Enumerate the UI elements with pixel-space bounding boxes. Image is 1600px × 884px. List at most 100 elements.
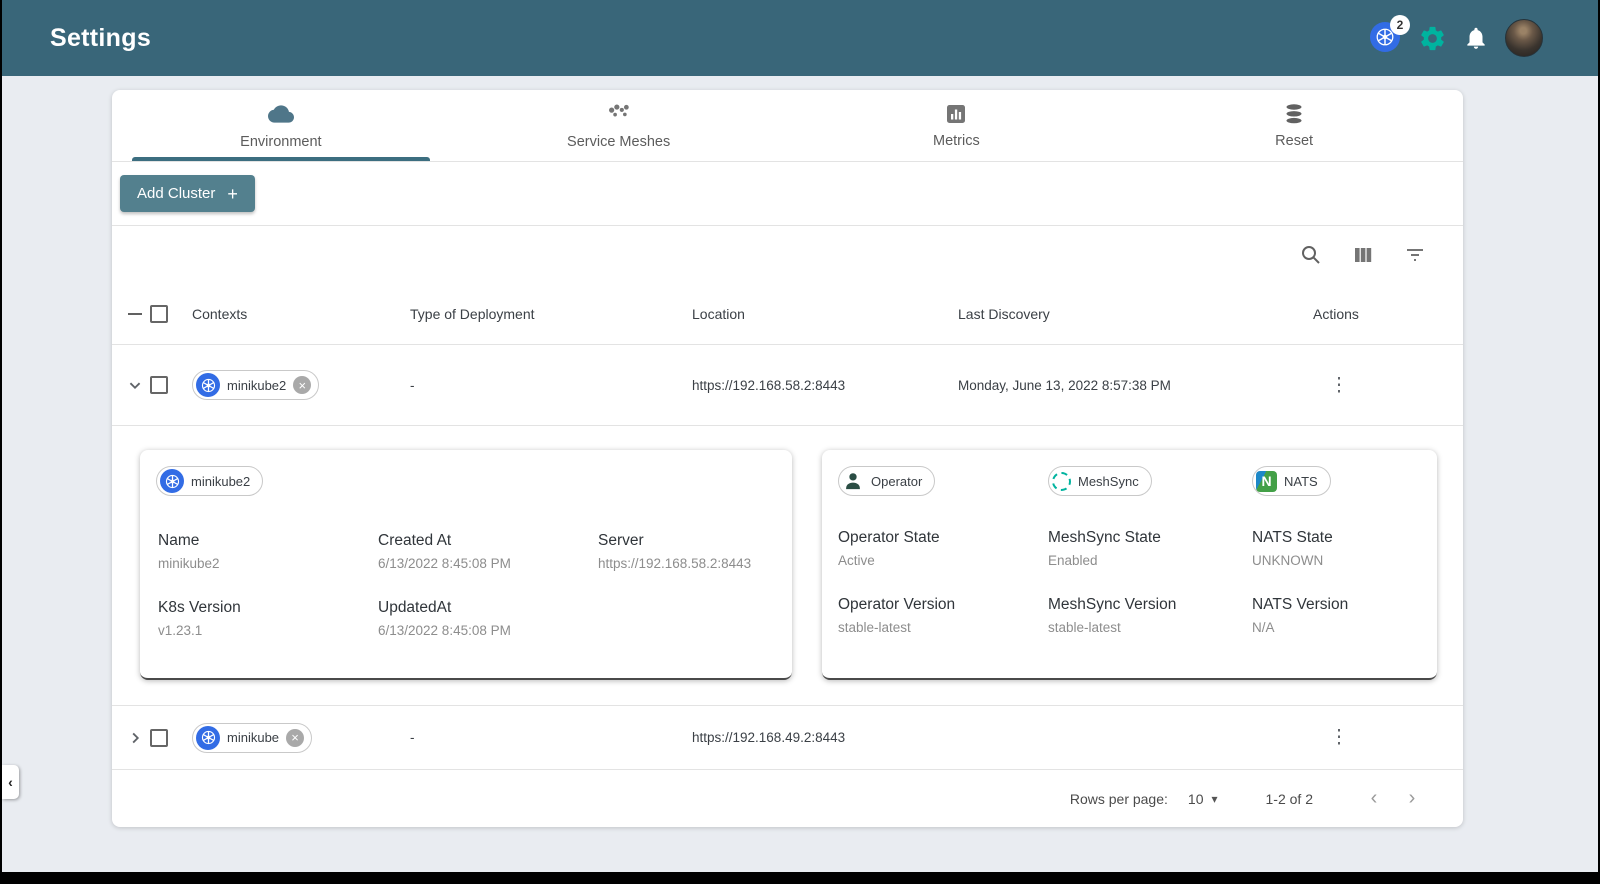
field-nats-version: NATS Version N/A (1252, 596, 1349, 635)
operator-chip-label: Operator (871, 473, 923, 489)
settings-panel: Environment Service Meshes Metrics Reset… (112, 90, 1463, 827)
header-location: Location (692, 306, 745, 322)
nats-chip[interactable]: N NATS (1252, 466, 1331, 496)
header-actions: Actions (1313, 306, 1359, 322)
meshsync-chip[interactable]: MeshSync (1048, 466, 1152, 496)
kubernetes-icon (196, 373, 220, 397)
gear-icon (1421, 26, 1444, 50)
kubernetes-icon (196, 725, 220, 750)
location-value: https://192.168.49.2:8443 (692, 730, 846, 745)
view-columns-button[interactable] (1351, 243, 1375, 267)
filter-button[interactable] (1403, 243, 1427, 267)
type-of-deployment-value: - (410, 377, 415, 393)
row-menu-button[interactable]: ⋮ (1329, 726, 1349, 749)
context-chip-minikube2[interactable]: minikube2 × (192, 370, 320, 400)
field-updated-at: UpdatedAt 6/13/2022 8:45:08 PM (378, 599, 511, 638)
cluster-detail-panel: minikube2 Name minikube2 Created At 6/13… (112, 426, 1463, 706)
app-window: Settings 2 Environment Service Meshes Me… (2, 0, 1598, 872)
pagination-range: 1-2 of 2 (1265, 790, 1313, 807)
cluster-info-card: minikube2 Name minikube2 Created At 6/13… (140, 450, 792, 680)
app-bar: Settings 2 (2, 0, 1598, 76)
settings-gear-button[interactable] (1418, 24, 1447, 53)
columns-icon (1355, 248, 1372, 262)
tab-environment[interactable]: Environment (112, 90, 450, 161)
tab-environment-label: Environment (240, 134, 322, 150)
deselect-all-icon[interactable] (120, 313, 150, 315)
status-chips-row: Operator MeshSync N NATS (838, 466, 1421, 497)
table-pagination: Rows per page: 10 ▾ 1-2 of 2 ‹ › (112, 770, 1463, 827)
last-discovery-value: Monday, June 13, 2022 8:57:38 PM (958, 377, 1171, 393)
meshsync-chip-label: MeshSync (1078, 473, 1139, 489)
select-all-checkbox[interactable] (150, 305, 168, 323)
cluster-fields-grid: Name minikube2 Created At 6/13/2022 8:45… (156, 532, 776, 638)
search-button[interactable] (1299, 243, 1323, 267)
add-cluster-label: Add Cluster (137, 185, 216, 202)
nats-chip-label: NATS (1284, 473, 1318, 489)
active-tab-indicator (132, 157, 430, 161)
header-last-discovery: Last Discovery (958, 306, 1050, 322)
operator-chip[interactable]: Operator (838, 466, 936, 496)
previous-page-button[interactable]: ‹ (1355, 787, 1393, 810)
service-mesh-icon (608, 104, 629, 117)
tab-service-meshes[interactable]: Service Meshes (450, 90, 788, 161)
context-chip-label: minikube2 (227, 377, 287, 393)
context-chip-label: minikube (227, 730, 280, 745)
location-value: https://192.168.58.2:8443 (692, 377, 846, 393)
header-type-of-deployment: Type of Deployment (410, 306, 535, 322)
tab-service-meshes-label: Service Meshes (567, 134, 671, 150)
kubernetes-contexts-button[interactable]: 2 (1370, 15, 1410, 54)
rows-per-page-select[interactable]: 10 ▾ (1188, 791, 1218, 807)
cloud-icon (267, 105, 294, 123)
tab-metrics[interactable]: Metrics (788, 90, 1126, 161)
field-k8s-version: K8s Version v1.23.1 (158, 599, 241, 638)
notifications-button[interactable] (1463, 25, 1489, 51)
add-cluster-button[interactable]: Add Cluster + (120, 175, 255, 212)
kubernetes-icon (160, 469, 184, 493)
rows-per-page-label: Rows per page: (1069, 790, 1168, 807)
appbar-actions: 2 (1370, 15, 1543, 57)
table-row: minikube × - https://192.168.49.2:8443 ⋮ (112, 706, 1463, 770)
settings-tabs: Environment Service Meshes Metrics Reset (112, 90, 1463, 162)
context-chip-minikube[interactable]: minikube × (192, 722, 313, 753)
remove-context-icon[interactable]: × (293, 376, 312, 394)
expand-row-button[interactable] (120, 727, 150, 749)
field-name: Name minikube2 (158, 532, 220, 571)
sidebar-expand-toggle[interactable]: ‹ (2, 765, 19, 799)
context-count-badge: 2 (1390, 15, 1410, 35)
row-checkbox[interactable] (150, 376, 168, 394)
row-checkbox[interactable] (150, 728, 168, 747)
remove-context-icon[interactable]: × (286, 728, 305, 747)
table-toolbar (112, 226, 1463, 284)
type-of-deployment-value: - (410, 730, 415, 745)
field-operator-version: Operator Version stable-latest (838, 596, 956, 635)
database-icon (1286, 104, 1302, 124)
field-created-at: Created At 6/13/2022 8:45:08 PM (378, 532, 511, 571)
chevron-down-icon (129, 382, 141, 390)
user-avatar[interactable] (1505, 19, 1543, 57)
plus-icon: + (227, 183, 238, 204)
nats-icon: N (1256, 470, 1277, 492)
search-icon (1302, 246, 1320, 264)
collapse-row-button[interactable] (120, 374, 150, 396)
field-server: Server https://192.168.58.2:8443 (598, 532, 752, 571)
table-header-row: Contexts Type of Deployment Location Las… (112, 284, 1463, 345)
tab-reset[interactable]: Reset (1125, 90, 1463, 161)
next-page-button[interactable]: › (1393, 787, 1431, 810)
field-nats-state: NATS State UNKNOWN (1252, 529, 1333, 568)
cluster-chip-label: minikube2 (191, 473, 251, 489)
operator-status-card: Operator MeshSync N NATS Operator State … (822, 450, 1437, 680)
bell-icon (1467, 27, 1485, 49)
field-meshsync-state: MeshSync State Enabled (1048, 529, 1161, 568)
cluster-actions-bar: Add Cluster + (112, 162, 1463, 226)
rows-per-page-value: 10 (1187, 790, 1204, 807)
status-fields-grid: Operator State Active MeshSync State Ena… (838, 529, 1421, 635)
meshsync-icon (1052, 471, 1071, 491)
metrics-chart-icon (947, 105, 966, 123)
tab-metrics-label: Metrics (933, 133, 980, 149)
cluster-chip[interactable]: minikube2 (156, 466, 264, 496)
header-contexts: Contexts (192, 306, 248, 322)
page-title: Settings (50, 23, 152, 52)
chevron-right-icon (132, 732, 140, 743)
row-menu-button[interactable]: ⋮ (1329, 374, 1349, 397)
table-row: minikube2 × - https://192.168.58.2:8443 … (112, 345, 1463, 426)
